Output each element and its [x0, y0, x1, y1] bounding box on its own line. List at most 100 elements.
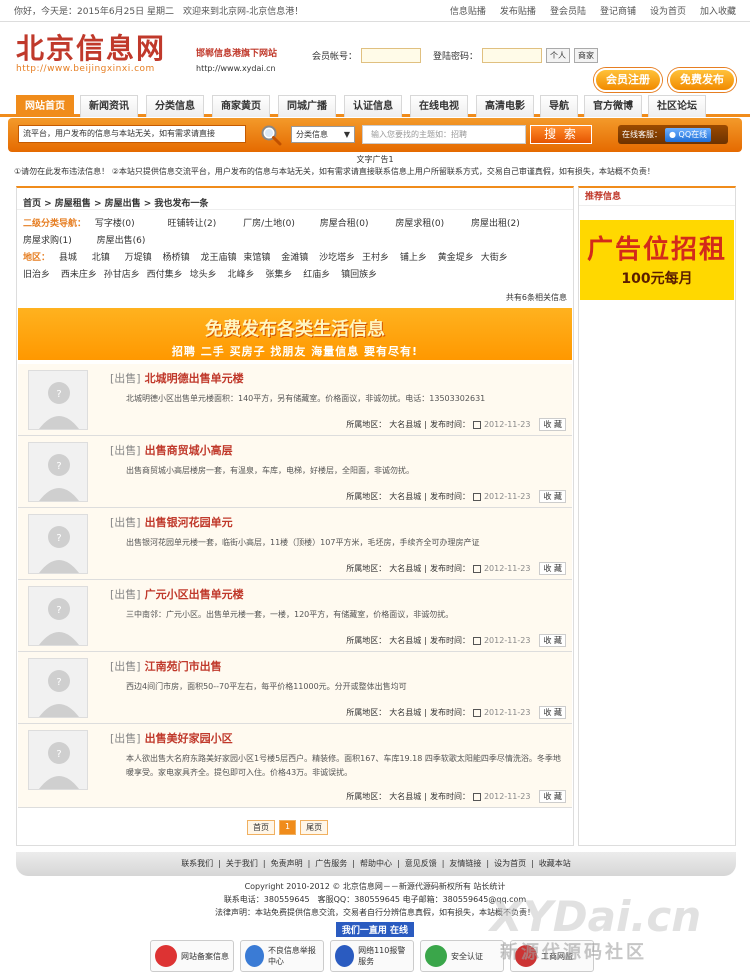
- listing-thumbnail[interactable]: ?: [28, 730, 88, 790]
- listing-thumbnail[interactable]: ?: [28, 514, 88, 574]
- region-item[interactable]: 王村乡: [362, 253, 389, 263]
- region-item[interactable]: 杨桥镇: [163, 253, 190, 263]
- account-input[interactable]: [361, 48, 422, 63]
- badge-110[interactable]: 网络110报警服务: [330, 940, 414, 972]
- listing-row[interactable]: ? [出售] 出售美好家园小区 本人欲出售大名府东路美好家园小区1号楼5层西户。精装修…: [18, 724, 572, 808]
- nav-directory[interactable]: 导航: [540, 95, 578, 117]
- listing-title[interactable]: [出售] 江南苑门市出售: [110, 658, 222, 674]
- region-item[interactable]: 龙王庙镇: [200, 253, 236, 263]
- nav-online-tv[interactable]: 在线电视: [410, 95, 468, 117]
- footer-link[interactable]: 联系我们: [181, 859, 213, 868]
- category-select[interactable]: 分类信息 ▼: [291, 126, 355, 143]
- first-page-button[interactable]: 首页: [247, 820, 275, 835]
- top-link-member-login[interactable]: 登会员陆: [550, 7, 586, 17]
- region-item[interactable]: 北镇: [92, 253, 110, 263]
- listing-title[interactable]: [出售] 出售银河花园单元: [110, 514, 233, 530]
- category-item[interactable]: 房屋出租(2): [471, 219, 520, 229]
- text-ad[interactable]: 文字广告1: [0, 154, 750, 165]
- current-page[interactable]: 1: [279, 820, 297, 835]
- listing-row[interactable]: ? [出售] 广元小区出售单元楼 三中南邻：广元小区。出售单元楼一套，一楼，120平方…: [18, 580, 572, 652]
- nav-classified[interactable]: 分类信息: [146, 95, 204, 117]
- category-item[interactable]: 房屋求租(0): [395, 219, 444, 229]
- nav-forum[interactable]: 社区论坛: [648, 95, 706, 117]
- footer-link[interactable]: 收藏本站: [539, 859, 571, 868]
- region-item[interactable]: 镇回族乡: [341, 270, 377, 280]
- nav-city-broadcast[interactable]: 同城广播: [278, 95, 336, 117]
- region-item[interactable]: 沙圪塔乡: [319, 253, 355, 263]
- last-page-button[interactable]: 尾页: [300, 820, 329, 835]
- region-item[interactable]: 县城: [59, 253, 77, 263]
- password-input[interactable]: [482, 48, 543, 63]
- footer-link[interactable]: 意见反馈: [405, 859, 437, 868]
- listing-thumbnail[interactable]: ?: [28, 442, 88, 502]
- listing-row[interactable]: ? [出售] 出售银河花园单元 出售银河花园单元楼一套，临街小高层，11楼（顶楼）10…: [18, 508, 572, 580]
- site-logo[interactable]: 北京信息网 http://www.beijingxinxi.com: [16, 34, 166, 75]
- free-post-button[interactable]: 免费发布: [668, 68, 736, 92]
- listing-row[interactable]: ? [出售] 江南苑门市出售 西边4间门市房，面积50--70平左右，每平价格1100…: [18, 652, 572, 724]
- favorite-button[interactable]: 收 藏: [539, 418, 566, 431]
- top-link-info-broadcast[interactable]: 信息贴播: [450, 7, 486, 17]
- listing-row[interactable]: ? [出售] 北城明德出售单元楼 北城明德小区出售单元楼面积：140平方，另有储藏室。…: [18, 364, 572, 436]
- top-link-set-homepage[interactable]: 设为首页: [650, 7, 686, 17]
- favorite-button[interactable]: 收 藏: [539, 562, 566, 575]
- nav-home[interactable]: 网站首页: [16, 95, 74, 117]
- register-button[interactable]: 会员注册: [594, 68, 662, 92]
- region-item[interactable]: 金滩镇: [281, 253, 308, 263]
- footer-link[interactable]: 设为首页: [494, 859, 526, 868]
- region-item[interactable]: 西付集乡: [147, 270, 183, 280]
- top-link-post-broadcast[interactable]: 发布贴播: [500, 7, 536, 17]
- top-link-add-favorite[interactable]: 加入收藏: [700, 7, 736, 17]
- badge-security[interactable]: 安全认证: [420, 940, 504, 972]
- search-button[interactable]: 搜 索: [530, 125, 592, 144]
- category-item[interactable]: 房屋出售(6): [97, 236, 146, 246]
- listing-title[interactable]: [出售] 广元小区出售单元楼: [110, 586, 244, 602]
- region-item[interactable]: 北峰乡: [227, 270, 254, 280]
- favorite-button[interactable]: 收 藏: [539, 634, 566, 647]
- promo-banner[interactable]: 免费发布各类生活信息 招聘 二手 买房子 找朋友 海量信息 要有尽有!: [18, 308, 572, 360]
- footer-link[interactable]: 免责声明: [271, 859, 303, 868]
- nav-verified-info[interactable]: 认证信息: [344, 95, 402, 117]
- region-item[interactable]: 万堤镇: [125, 253, 152, 263]
- listing-row[interactable]: ? [出售] 出售商贸城小高层 出售商贸城小高层楼房一套，有温泉，车库，电梯，好楼层，…: [18, 436, 572, 508]
- category-item[interactable]: 写字楼(0): [95, 219, 135, 229]
- region-item[interactable]: 西未庄乡: [61, 270, 97, 280]
- business-login-button[interactable]: 商家: [574, 48, 599, 63]
- category-item[interactable]: 厂房/土地(0): [243, 219, 295, 229]
- personal-login-button[interactable]: 个人: [546, 48, 571, 63]
- category-item[interactable]: 房屋合租(0): [320, 219, 369, 229]
- region-item[interactable]: 旧治乡: [23, 270, 50, 280]
- region-item[interactable]: 埝头乡: [190, 270, 217, 280]
- qq-online-button[interactable]: ● QQ在线: [665, 128, 712, 142]
- category-item[interactable]: 房屋求购(1): [23, 236, 72, 246]
- breadcrumb[interactable]: 首页 > 房屋租售 > 房屋出售 > 我也发布一条: [17, 188, 573, 210]
- region-item[interactable]: 孙甘店乡: [104, 270, 140, 280]
- nav-yellow-pages[interactable]: 商家黄页: [212, 95, 270, 117]
- keyword-input[interactable]: 输入您要找的主题如：招聘: [362, 125, 526, 144]
- region-item[interactable]: 铺上乡: [400, 253, 427, 263]
- nav-news[interactable]: 新闻资讯: [80, 95, 138, 117]
- category-item[interactable]: 旺铺转让(2): [168, 219, 217, 229]
- footer-link[interactable]: 关于我们: [226, 859, 258, 868]
- top-link-register-shop[interactable]: 登记商铺: [600, 7, 636, 17]
- listing-thumbnail[interactable]: ?: [28, 658, 88, 718]
- region-item[interactable]: 束馆镇: [243, 253, 270, 263]
- region-item[interactable]: 张集乡: [265, 270, 292, 280]
- sidebar-ad[interactable]: 广告位招租 100元每月: [580, 220, 734, 300]
- nav-hd-movies[interactable]: 高清电影: [476, 95, 534, 117]
- footer-link[interactable]: 帮助中心: [360, 859, 392, 868]
- favorite-button[interactable]: 收 藏: [539, 790, 566, 803]
- badge-report[interactable]: 不良信息举报中心: [240, 940, 324, 972]
- region-item[interactable]: 黄金堤乡: [438, 253, 474, 263]
- footer-link[interactable]: 广告服务: [315, 859, 347, 868]
- badge-icp[interactable]: 网站备案信息: [150, 940, 234, 972]
- favorite-button[interactable]: 收 藏: [539, 490, 566, 503]
- region-item[interactable]: 红庙乡: [303, 270, 330, 280]
- favorite-button[interactable]: 收 藏: [539, 706, 566, 719]
- listing-title[interactable]: [出售] 北城明德出售单元楼: [110, 370, 244, 386]
- footer-link[interactable]: 友情链接: [449, 859, 481, 868]
- listing-title[interactable]: [出售] 出售美好家园小区: [110, 730, 233, 746]
- region-item[interactable]: 大街乡: [481, 253, 508, 263]
- listing-thumbnail[interactable]: ?: [28, 586, 88, 646]
- listing-thumbnail[interactable]: ?: [28, 370, 88, 430]
- nav-weibo[interactable]: 官方微博: [584, 95, 642, 117]
